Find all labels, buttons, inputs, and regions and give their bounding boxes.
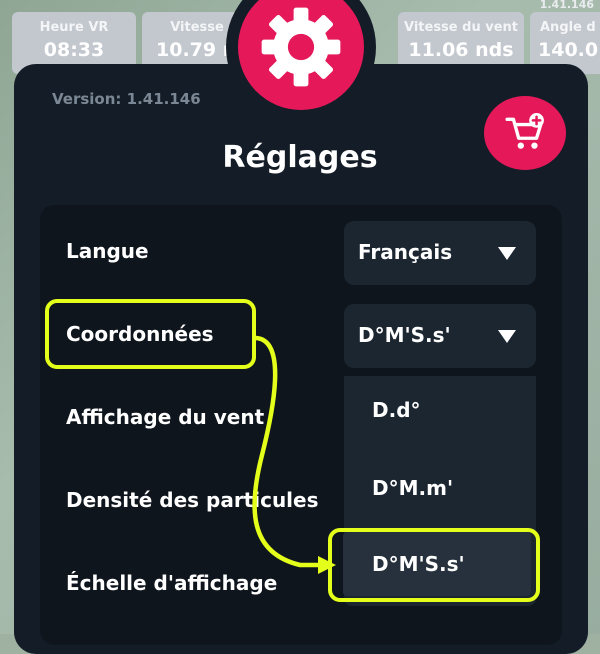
annotation-arrow: [252, 335, 336, 574]
